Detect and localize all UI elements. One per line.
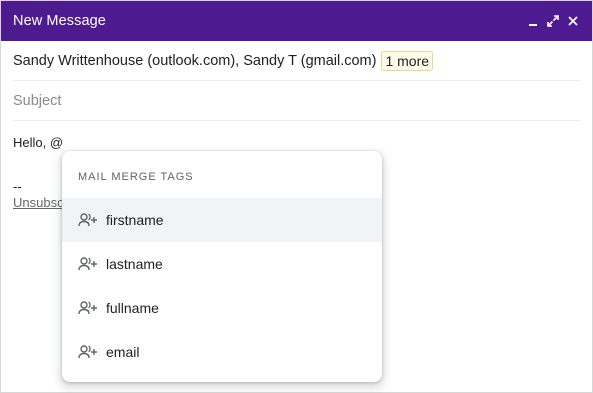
merge-tag-label: firstname [106, 212, 164, 228]
merge-tag-label: email [106, 344, 140, 360]
mail-merge-dropdown: MAIL MERGE TAGS firstname lastname fulln… [62, 151, 382, 382]
add-person-icon [78, 212, 98, 228]
window-controls [526, 14, 580, 28]
more-recipients-chip[interactable]: 1 more [381, 50, 434, 71]
dropdown-header: MAIL MERGE TAGS [78, 171, 194, 183]
merge-tag-label: lastname [106, 256, 163, 272]
expand-icon[interactable] [546, 14, 560, 28]
subject-field[interactable]: Subject [13, 81, 580, 121]
greeting-text[interactable]: Hello, @ [13, 133, 580, 153]
compose-window: New Message Sandy Writtenhouse (outlook.… [0, 0, 593, 393]
recipients-list[interactable]: Sandy Writtenhouse (outlook.com), Sandy … [13, 53, 376, 69]
add-person-icon [78, 300, 98, 316]
compose-title: New Message [13, 13, 106, 29]
merge-tag-lastname[interactable]: lastname [62, 242, 382, 286]
unsubscribe-link[interactable]: Unsubsc [13, 195, 62, 210]
compose-title-bar[interactable]: New Message [1, 1, 592, 41]
subject-placeholder[interactable]: Subject [13, 93, 61, 109]
merge-tag-firstname[interactable]: firstname [62, 198, 382, 242]
minimize-icon[interactable] [526, 14, 540, 28]
merge-tag-email[interactable]: email [62, 330, 382, 374]
merge-tag-label: fullname [106, 300, 159, 316]
add-person-icon [78, 256, 98, 272]
recipients-field[interactable]: Sandy Writtenhouse (outlook.com), Sandy … [13, 41, 580, 81]
close-icon[interactable] [566, 14, 580, 28]
merge-tag-fullname[interactable]: fullname [62, 286, 382, 330]
add-person-icon [78, 344, 98, 360]
